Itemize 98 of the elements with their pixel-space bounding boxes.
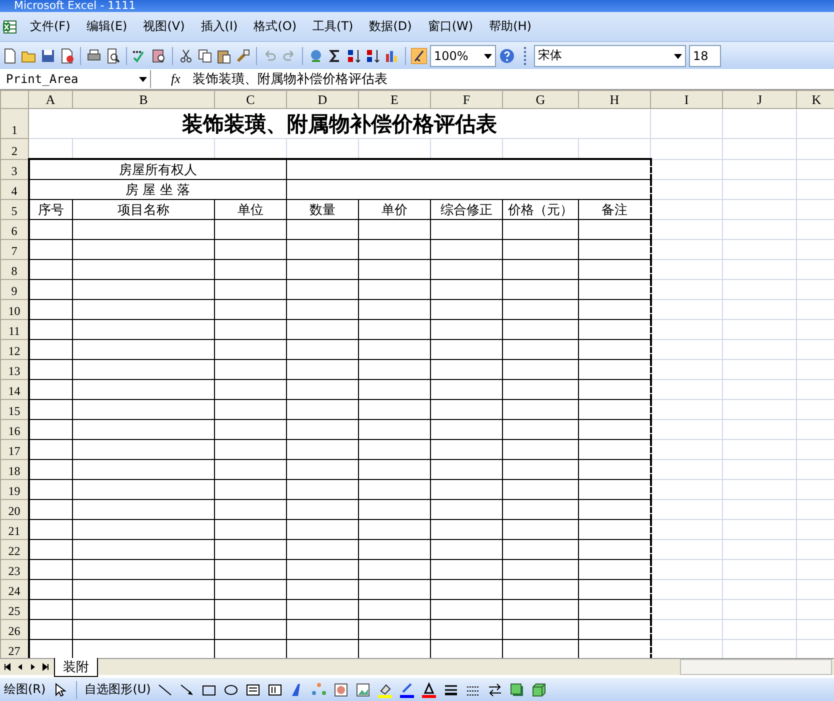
print-preview-icon[interactable] <box>105 48 121 64</box>
row-header[interactable]: 11 <box>0 320 28 340</box>
save-icon[interactable] <box>40 48 56 64</box>
column-heading: 序号 <box>38 202 64 218</box>
row-header[interactable]: 23 <box>0 560 28 580</box>
row-header[interactable]: 17 <box>0 440 28 460</box>
printer-icon[interactable] <box>86 48 102 64</box>
first-sheet-icon[interactable] <box>2 662 12 672</box>
format-painter-icon[interactable] <box>235 48 251 64</box>
help-icon[interactable] <box>499 48 515 64</box>
row-header[interactable]: 21 <box>0 520 28 540</box>
column-heading: 单价 <box>382 202 408 218</box>
menu-item[interactable]: 视图(V) <box>135 18 193 35</box>
column-heading: 单位 <box>238 202 264 218</box>
fill-color-icon[interactable] <box>376 682 393 698</box>
picture-icon[interactable] <box>354 682 371 698</box>
row-header[interactable]: 6 <box>0 220 28 240</box>
row-header[interactable]: 4 <box>0 180 28 200</box>
row-header[interactable]: 16 <box>0 420 28 440</box>
new-document-icon[interactable] <box>2 48 18 64</box>
menu-item[interactable]: 数据(D) <box>361 18 420 35</box>
owner-label: 房屋所有权人 <box>118 162 197 178</box>
column-header[interactable]: D <box>286 90 358 108</box>
column-header[interactable]: C <box>214 90 286 108</box>
row-header[interactable]: 22 <box>0 540 28 560</box>
sort-ascending-icon[interactable] <box>346 48 362 64</box>
location-label: 房 屋 坐 落 <box>126 182 190 198</box>
autoshapes-menu-button[interactable]: 自选图形(U) <box>84 681 151 698</box>
column-heading: 备注 <box>601 202 628 218</box>
menu-item[interactable]: 文件(F) <box>22 18 78 35</box>
sheet-title: 装饰装璜、附属物补偿价格评估表 <box>182 112 497 136</box>
column-header[interactable]: F <box>430 90 502 108</box>
row-header[interactable]: 1 <box>0 108 28 138</box>
name-box-value: Print_Area <box>5 72 78 86</box>
row-header[interactable]: 27 <box>0 640 28 658</box>
column-heading: 综合修正 <box>440 202 492 218</box>
row-header[interactable]: 8 <box>0 260 28 280</box>
menu-item[interactable]: 插入(I) <box>192 18 246 35</box>
menu-item[interactable]: 格式(O) <box>246 18 305 35</box>
name-box[interactable]: Print_Area <box>0 70 151 88</box>
column-header[interactable]: J <box>722 90 796 108</box>
row-header[interactable]: 26 <box>0 620 28 640</box>
line-icon[interactable] <box>156 682 173 698</box>
column-header[interactable]: G <box>502 90 578 108</box>
row-header[interactable]: 24 <box>0 580 28 600</box>
column-header[interactable]: E <box>358 90 430 108</box>
column-heading: 数量 <box>310 202 336 218</box>
row-header[interactable]: 10 <box>0 300 28 320</box>
vertical-text-box-icon[interactable] <box>266 682 283 698</box>
row-header[interactable]: 2 <box>0 138 28 159</box>
arrow-style-icon[interactable] <box>486 682 503 698</box>
font-name: 宋体 <box>537 47 563 64</box>
row-header[interactable]: 5 <box>0 200 28 220</box>
font-color-icon[interactable] <box>420 682 437 698</box>
menu-item[interactable]: 编辑(E) <box>78 18 136 35</box>
row-header[interactable]: 13 <box>0 360 28 380</box>
sort-descending-icon[interactable] <box>365 48 381 64</box>
shadow-style-icon[interactable] <box>508 682 525 698</box>
last-sheet-icon[interactable] <box>41 662 51 672</box>
menu-item[interactable]: 帮助(H) <box>481 18 540 35</box>
row-header[interactable]: 3 <box>0 159 28 180</box>
draw-menu-button[interactable]: 绘图(R) <box>4 681 46 698</box>
row-header[interactable]: 14 <box>0 380 28 400</box>
scissors-icon[interactable] <box>178 48 194 64</box>
line-color-icon[interactable] <box>398 682 415 698</box>
row-header[interactable]: 9 <box>0 280 28 300</box>
column-heading: 项目名称 <box>118 202 170 218</box>
zoom-dropdown[interactable]: 100% <box>430 44 496 66</box>
row-header[interactable]: 15 <box>0 400 28 420</box>
horizontal-scrollbar[interactable] <box>680 659 832 675</box>
column-header[interactable]: B <box>72 90 214 108</box>
text-box-icon[interactable] <box>244 682 261 698</box>
row-header[interactable]: 19 <box>0 480 28 500</box>
copy-icon[interactable] <box>197 48 213 64</box>
column-header[interactable]: K <box>796 90 834 108</box>
font-dropdown[interactable]: 宋体 <box>534 44 686 66</box>
row-header[interactable]: 20 <box>0 500 28 520</box>
font-size-dropdown[interactable]: 18 <box>689 44 721 66</box>
3d-style-icon[interactable] <box>530 682 547 698</box>
zoom-value: 100% <box>433 48 470 62</box>
menu-item[interactable]: 工具(T) <box>304 18 362 35</box>
paste-icon[interactable] <box>216 48 232 64</box>
row-header[interactable]: 25 <box>0 600 28 620</box>
sheet-tab[interactable]: 装附 <box>54 658 98 676</box>
font-size-value: 18 <box>692 48 710 62</box>
column-heading: 价格（元） <box>508 202 573 218</box>
row-header[interactable]: 18 <box>0 460 28 480</box>
menu-item[interactable]: 窗口(W) <box>420 18 482 35</box>
column-header[interactable]: A <box>28 90 72 108</box>
formula-field[interactable]: 装饰装璜、附属物补偿价格评估表 <box>190 70 834 88</box>
window-title: Microsoft Excel - 1111 <box>14 0 136 12</box>
column-header[interactable]: H <box>578 90 650 108</box>
column-header[interactable]: I <box>650 90 722 108</box>
row-header[interactable]: 12 <box>0 340 28 360</box>
row-header[interactable]: 7 <box>0 240 28 260</box>
arrow-icon[interactable] <box>178 682 195 698</box>
insert-function-button[interactable]: fx <box>151 71 190 87</box>
spreadsheet-icon[interactable] <box>2 18 18 34</box>
